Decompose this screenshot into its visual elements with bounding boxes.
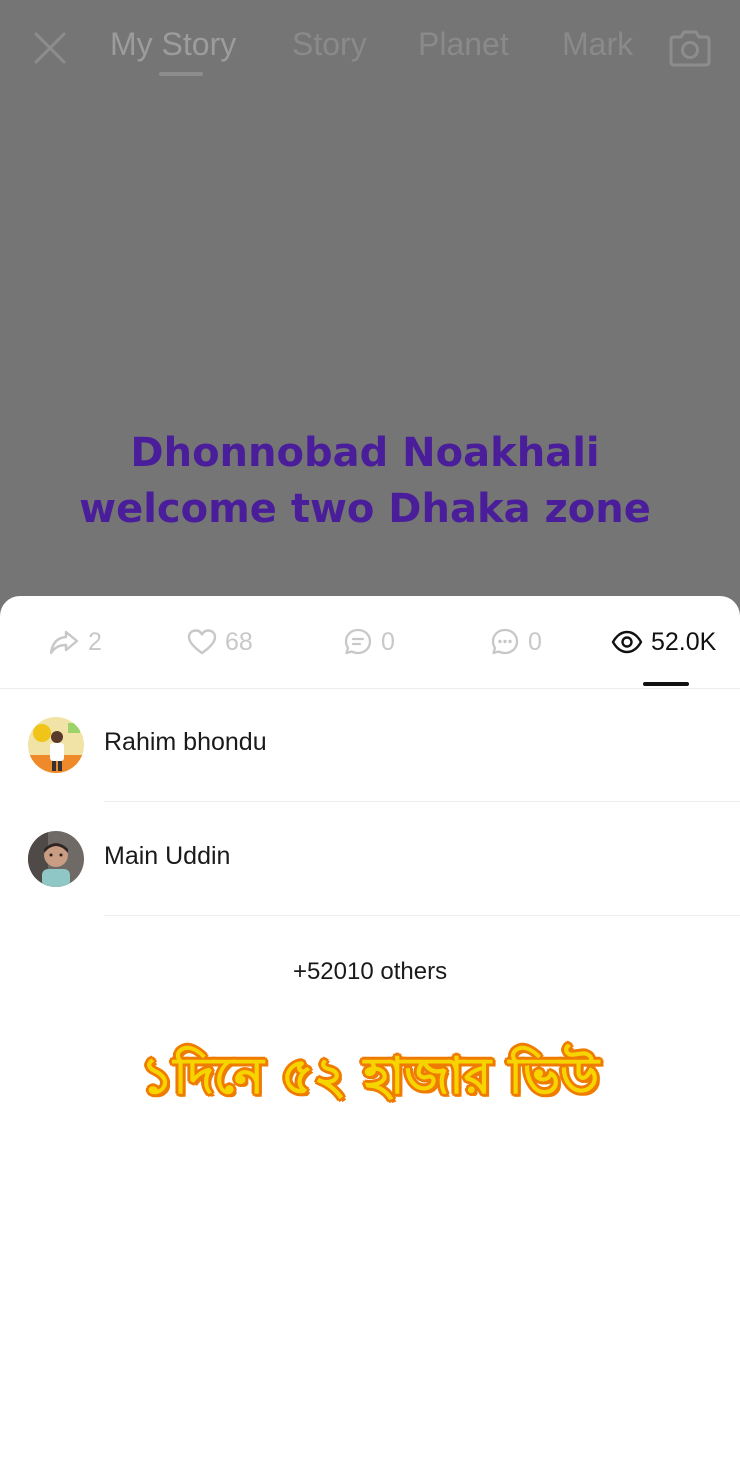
replies-stat[interactable]: 0 [490,622,542,662]
tab-story[interactable]: Story [292,26,367,63]
views-count: 52.0K [651,627,717,656]
close-button[interactable] [30,28,70,68]
viewer-row[interactable]: Main Uddin [0,802,740,916]
camera-icon [669,30,711,67]
replies-count: 0 [528,627,542,656]
story-top-bar: My Story Story Planet Mark [0,0,740,96]
tab-my-story[interactable]: My Story [110,26,236,63]
viewers-sheet: 2 68 0 0 52.0K Rahim bhondu Main Uddin +… [0,596,740,1460]
eye-icon [611,630,643,654]
likes-count: 68 [225,627,253,656]
comment-icon [344,628,372,655]
stats-bar: 2 68 0 0 52.0K [0,596,740,689]
shares-count: 2 [88,627,102,656]
tab-mark[interactable]: Mark [562,26,633,63]
chat-bubble-icon [491,628,519,655]
heart-icon [187,629,217,655]
story-backdrop: My Story Story Planet Mark Dhonnobad Noa… [0,0,740,620]
others-count[interactable]: +52010 others [0,958,740,986]
avatar[interactable] [28,717,84,773]
viewer-name: Main Uddin [104,842,231,870]
views-stat[interactable]: 52.0K [611,622,716,662]
camera-button[interactable] [667,27,713,69]
avatar[interactable] [28,831,84,887]
viewer-row[interactable]: Rahim bhondu [0,688,740,802]
comments-count: 0 [381,627,395,656]
row-divider [104,915,740,916]
overlay-caption: ১দিনে ৫২ হাজার ভিউ [140,1047,600,1105]
share-icon [49,630,79,655]
tab-planet[interactable]: Planet [418,26,509,63]
viewer-name: Rahim bhondu [104,728,267,756]
shares-stat[interactable]: 2 [48,622,102,662]
story-caption: Dhonnobad Noakhali welcome two Dhaka zon… [79,430,651,532]
comments-stat[interactable]: 0 [343,622,395,662]
likes-stat[interactable]: 68 [187,622,253,662]
tab-active-indicator [159,72,203,76]
close-icon [34,32,66,64]
views-tab-indicator [643,682,689,686]
